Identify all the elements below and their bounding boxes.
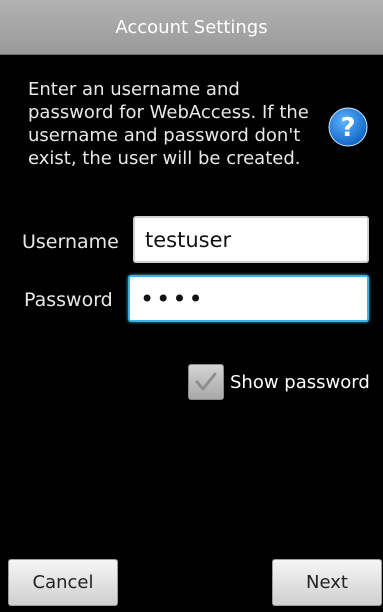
title-bar: Account Settings xyxy=(0,0,383,55)
checkmark-icon xyxy=(195,372,217,391)
next-button[interactable]: Next xyxy=(272,559,382,606)
password-field[interactable]: •••• xyxy=(128,275,369,322)
username-field[interactable]: testuser xyxy=(133,216,369,263)
screen-title: Account Settings xyxy=(115,16,268,38)
question-mark-icon[interactable]: ? xyxy=(327,106,369,148)
cancel-button[interactable]: Cancel xyxy=(8,559,118,606)
svg-text:?: ? xyxy=(340,113,355,143)
instructions-text: Enter an username and password for WebAc… xyxy=(28,79,309,169)
show-password-row[interactable]: Show password xyxy=(188,364,370,400)
account-settings-screen: Account Settings Enter an username and p… xyxy=(0,0,383,612)
password-label: Password xyxy=(24,289,113,311)
show-password-checkbox[interactable] xyxy=(188,364,224,400)
username-label: Username xyxy=(22,231,119,253)
show-password-label: Show password xyxy=(230,371,370,393)
